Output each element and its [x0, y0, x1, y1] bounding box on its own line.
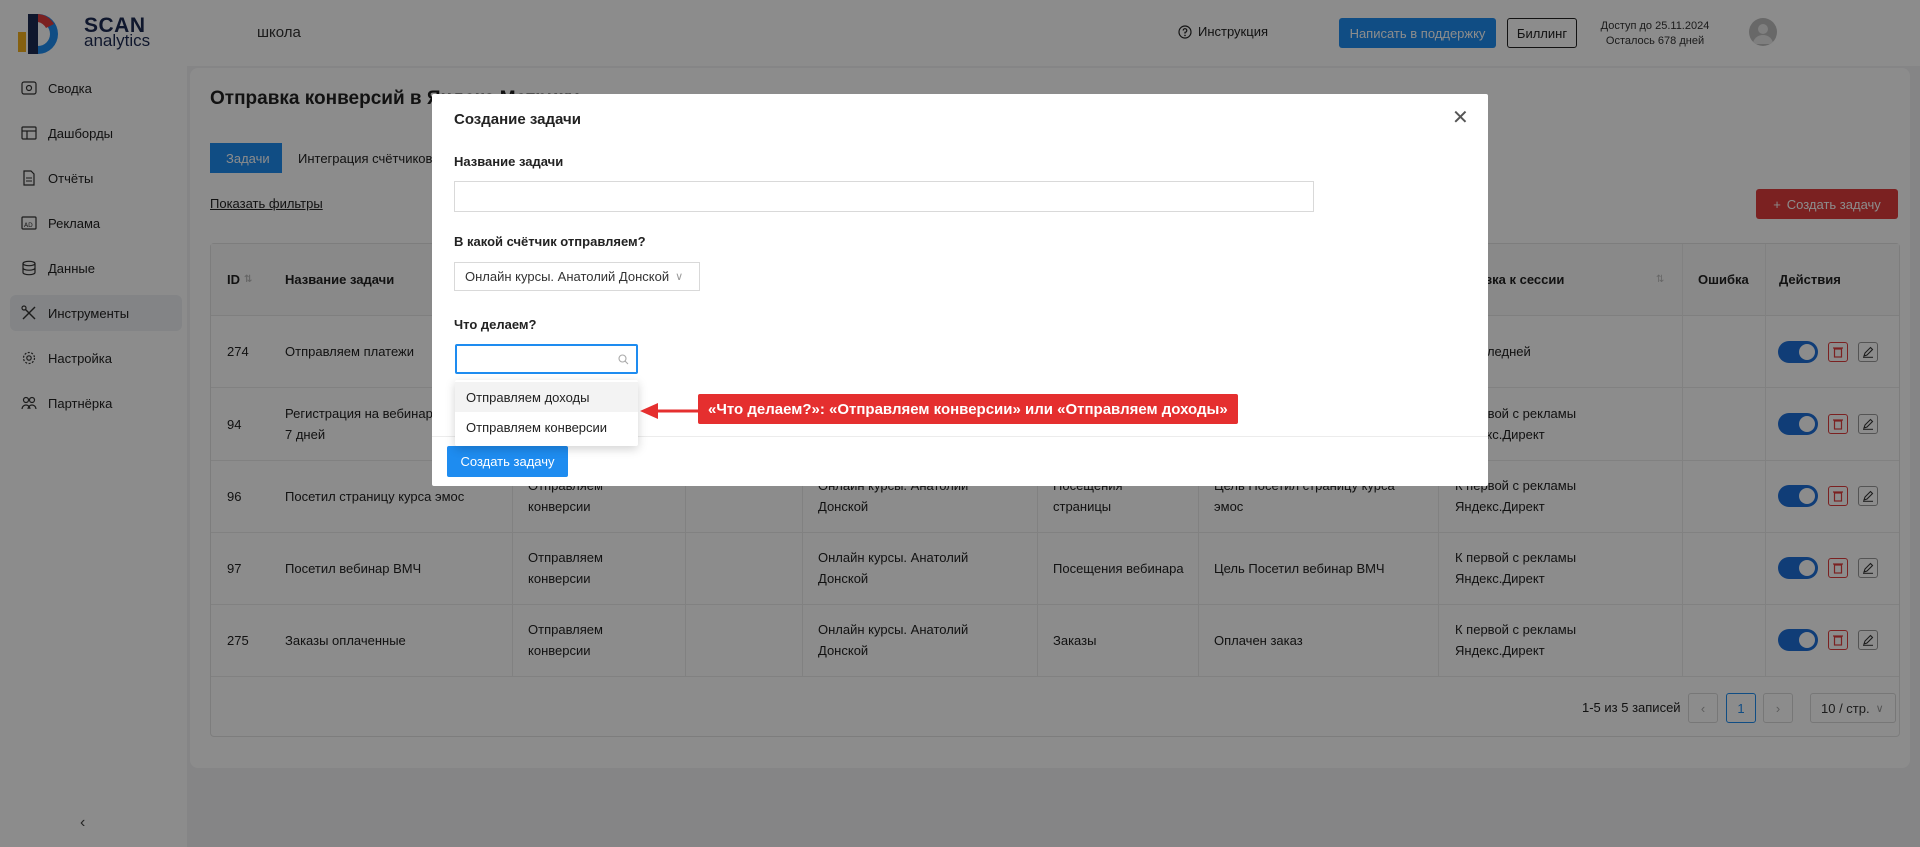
modal-title: Создание задачи: [454, 111, 581, 128]
chevron-down-icon: ∨: [675, 271, 684, 283]
submit-create-task-button[interactable]: Создать задачу: [447, 446, 568, 477]
task-name-label: Название задачи: [454, 154, 564, 169]
counter-select[interactable]: Онлайн курсы. Анатолий Донской ∨: [454, 262, 700, 291]
option-send-conversions[interactable]: Отправляем конверсии: [455, 412, 638, 442]
action-select[interactable]: [455, 344, 638, 374]
close-icon[interactable]: ✕: [1452, 108, 1469, 128]
counter-select-value: Онлайн курсы. Анатолий Донской: [465, 269, 670, 284]
annotation-callout: «Что делаем?»: «Отправляем конверсии» ил…: [698, 394, 1238, 424]
search-icon: [618, 354, 629, 365]
option-send-revenue[interactable]: Отправляем доходы: [455, 382, 638, 412]
task-name-input[interactable]: [454, 181, 1314, 212]
counter-label: В какой счётчик отправляем?: [454, 234, 646, 249]
callout-arrow-icon: [640, 403, 698, 419]
action-label: Что делаем?: [454, 317, 537, 332]
